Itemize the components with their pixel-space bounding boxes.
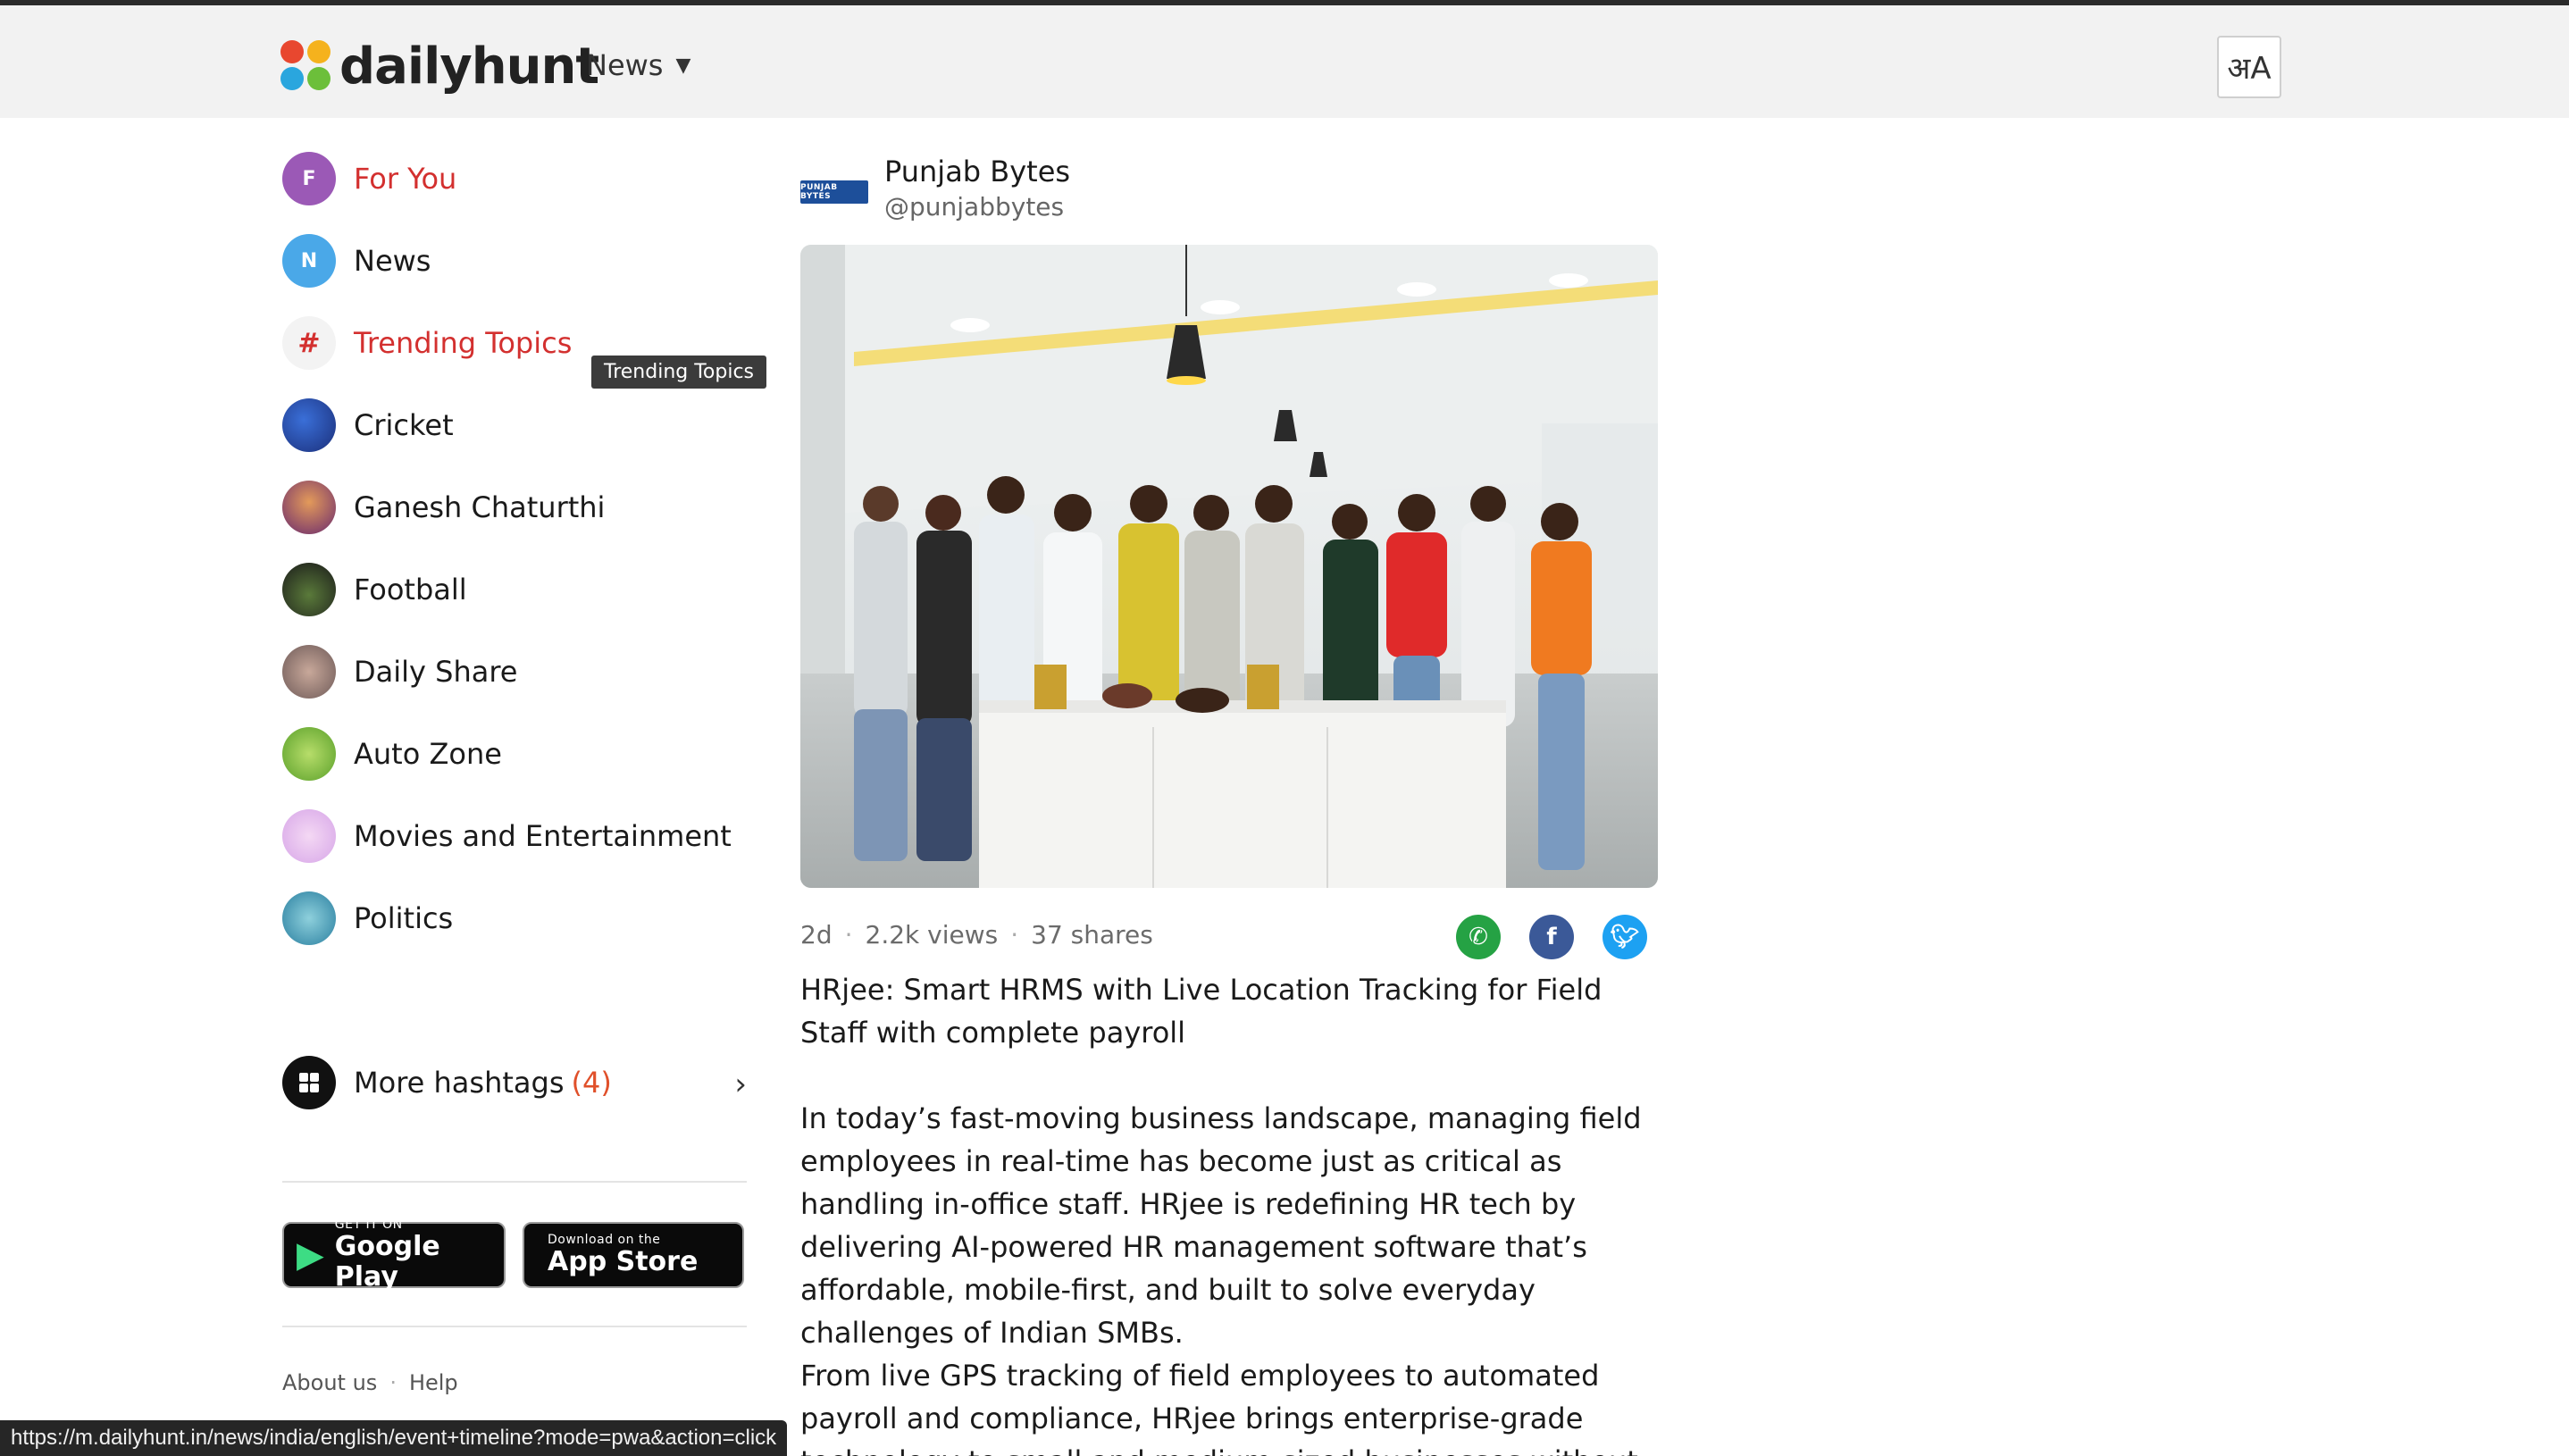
publisher-logo: PUNJAB BYTES — [800, 180, 868, 204]
sidebar-item-movies-and-entertainment[interactable]: Movies and Entertainment — [282, 809, 732, 863]
sidebar-item-label: Trending Topics — [354, 326, 573, 360]
logo-mark-icon — [280, 40, 332, 92]
sidebar-item-label: Daily Share — [354, 655, 518, 689]
hashtag-icon: # — [282, 316, 336, 370]
app-store-text: Download on the App Store — [548, 1233, 698, 1277]
sidebar-item-label: News — [354, 244, 431, 278]
article-hero-image[interactable] — [800, 245, 1658, 888]
sidebar-item-label: Ganesh Chaturthi — [354, 490, 606, 524]
more-hashtags-count: (4) — [571, 1066, 612, 1100]
article-views: 2.2k views — [865, 920, 999, 950]
publisher-header[interactable]: PUNJAB BYTES Punjab Bytes @punjabbytes — [800, 154, 1070, 234]
article-age: 2d — [800, 920, 833, 950]
politics-topic-icon — [282, 891, 336, 945]
publisher-name: Punjab Bytes — [884, 155, 1071, 188]
app-store-big-text: App Store — [548, 1246, 699, 1277]
facebook-icon: f — [1546, 924, 1557, 950]
more-hashtags-label: More hashtags (4) — [354, 1066, 612, 1100]
google-play-icon: ▶ — [297, 1234, 324, 1276]
sidebar-item-cricket[interactable]: Cricket — [282, 398, 454, 452]
football-topic-icon — [282, 563, 336, 616]
cricket-topic-icon — [282, 398, 336, 452]
footer-links: About us · Help — [282, 1370, 458, 1395]
trending-topics-tooltip: Trending Topics — [591, 356, 767, 389]
translate-icon: अA — [2227, 51, 2272, 87]
sidebar-item-politics[interactable]: Politics — [282, 891, 453, 945]
language-button[interactable]: अA — [2217, 36, 2281, 98]
article-shares: 37 shares — [1031, 920, 1153, 950]
sidebar-item-for-you[interactable]: F For You — [282, 152, 456, 205]
for-you-avatar-icon: F — [282, 152, 336, 205]
avatar-initial: N — [300, 249, 318, 272]
article-paragraph-2: From live GPS tracking of field employee… — [800, 1359, 1638, 1456]
twitter-icon: 🐦︎ — [1610, 924, 1640, 950]
sidebar-divider — [282, 1181, 747, 1183]
google-play-big-text: Google Play — [334, 1231, 440, 1293]
logo-text: dailyhunt — [339, 37, 599, 96]
article-meta: 2d · 2.2k views · 37 shares — [800, 920, 1153, 950]
sidebar-item-daily-share[interactable]: Daily Share — [282, 645, 517, 699]
sidebar-divider-bottom — [282, 1326, 747, 1327]
publisher-info: Punjab Bytes @punjabbytes — [884, 154, 1070, 225]
chevron-right-icon: › — [734, 1067, 747, 1102]
movies-topic-icon — [282, 809, 336, 863]
status-bar-url: https://m.dailyhunt.in/news/india/englis… — [0, 1420, 788, 1456]
more-hashtags-text: More hashtags — [354, 1066, 565, 1100]
help-link[interactable]: Help — [409, 1370, 458, 1395]
news-dropdown-label: News — [586, 48, 664, 82]
sidebar-item-auto-zone[interactable]: Auto Zone — [282, 727, 502, 781]
caret-down-icon: ▼ — [675, 54, 691, 77]
separator-dot: · — [389, 1370, 397, 1395]
article-headline[interactable]: HRjee: Smart HRMS with Live Location Tra… — [800, 968, 1658, 1054]
sidebar-item-label: Auto Zone — [354, 737, 502, 771]
sidebar-item-trending-topics[interactable]: # Trending Topics — [282, 316, 572, 370]
dailyhunt-logo[interactable]: dailyhunt — [280, 32, 599, 100]
separator-dot: · — [844, 920, 853, 950]
daily-share-topic-icon — [282, 645, 336, 699]
sidebar-item-ganesh-chaturthi[interactable]: Ganesh Chaturthi — [282, 481, 605, 534]
office-group-photo — [800, 245, 1658, 888]
sidebar-item-label: Movies and Entertainment — [354, 819, 732, 853]
article-paragraph-1: In today’s fast-moving business landscap… — [800, 1101, 1642, 1350]
sidebar-item-football[interactable]: Football — [282, 563, 467, 616]
more-hashtags-button[interactable]: More hashtags (4) › — [282, 1054, 747, 1111]
sidebar-item-news[interactable]: N News — [282, 234, 431, 288]
whatsapp-share-button[interactable]: ✆ — [1456, 915, 1501, 959]
auto-zone-topic-icon — [282, 727, 336, 781]
google-play-button[interactable]: ▶ GET IT ON Google Play — [282, 1218, 506, 1293]
news-avatar-icon: N — [282, 234, 336, 288]
app-store-small-text: Download on the — [548, 1233, 661, 1247]
sidebar-item-label: Cricket — [354, 408, 454, 442]
sidebar-item-label: For You — [354, 162, 457, 196]
separator-dot: · — [1010, 920, 1019, 950]
sidebar-item-label: Politics — [354, 901, 454, 935]
google-play-small-text: GET IT ON — [334, 1218, 403, 1232]
grid-icon — [282, 1056, 336, 1109]
whatsapp-icon: ✆ — [1469, 924, 1488, 950]
twitter-share-button[interactable]: 🐦︎ — [1602, 915, 1647, 959]
facebook-share-button[interactable]: f — [1529, 915, 1574, 959]
sidebar-item-label: Football — [354, 573, 467, 607]
app-store-button[interactable]: Download on the App Store — [523, 1222, 744, 1288]
about-us-link[interactable]: About us — [282, 1370, 377, 1395]
avatar-initial: F — [302, 167, 316, 190]
ganesh-chaturthi-topic-icon — [282, 481, 336, 534]
google-play-text: GET IT ON Google Play — [335, 1218, 491, 1293]
hashtag-glyph: # — [297, 327, 321, 359]
news-dropdown[interactable]: News ▼ — [586, 48, 690, 82]
header: dailyhunt News ▼ अA — [0, 5, 2569, 118]
publisher-handle: @punjabbytes — [884, 192, 1065, 222]
